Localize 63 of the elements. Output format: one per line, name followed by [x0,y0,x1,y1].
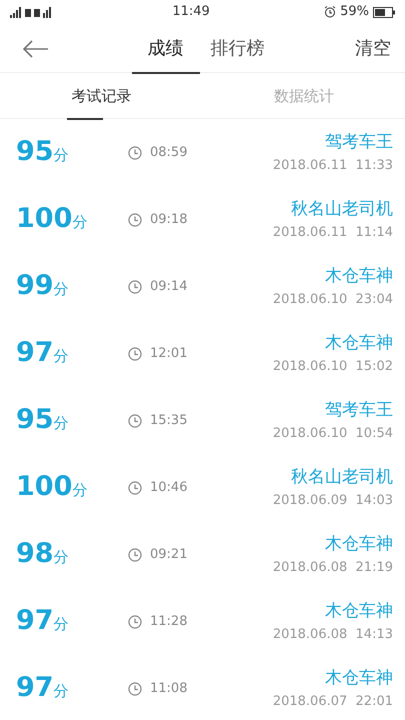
nickname-text: 秋名山老司机 [291,198,393,221]
date-text: 2018.06.08 14:13 [272,626,393,644]
clock-icon [128,682,142,696]
score-text: 99分 [16,269,70,304]
date-text: 2018.06.10 15:02 [272,358,393,376]
nickname-text: 木仓车神 [325,600,393,623]
date-text: 2018.06.08 21:19 [272,558,393,576]
duration-text: 09:21 [150,546,188,564]
nickname-text: 驾考车王 [325,399,393,422]
date-text: 2018.06.10 23:04 [272,290,393,308]
nickname-text: 木仓车神 [325,332,393,355]
status-time: 11:49 [172,3,210,22]
date-text: 2018.06.11 11:14 [272,224,393,242]
record-row[interactable]: 97分 12:01 木仓车神 2018.06.10 15:02 [0,320,405,387]
duration-text: 09:18 [150,210,188,229]
duration-text: 10:46 [150,478,188,497]
nickname-text: 木仓车神 [325,667,393,690]
record-row[interactable]: 98分 09:21 木仓车神 2018.06.08 21:19 [0,521,405,588]
battery-percent: 59% [340,3,369,22]
nickname-text: 木仓车神 [325,265,393,288]
record-row[interactable]: 95分 15:35 驾考车王 2018.06.10 10:54 [0,387,405,454]
score-text: 100分 [16,202,88,236]
clock-icon [128,480,142,494]
duration-text: 11:08 [150,680,188,698]
header-tab[interactable]: 排行榜 [202,24,274,72]
clock-icon [128,548,142,562]
score-text: 97分 [16,604,70,638]
battery-icon [373,6,395,18]
score-text: 98分 [16,537,70,572]
date-text: 2018.06.11 11:33 [272,156,393,174]
record-row[interactable]: 97分 11:08 木仓车神 2018.06.07 22:01 [0,655,405,720]
clock-icon [128,346,142,360]
nickname-text: 木仓车神 [325,533,393,556]
clock-icon [128,414,142,428]
score-text: 95分 [16,403,70,438]
duration-text: 09:14 [150,278,188,296]
record-row[interactable]: 95分 08:59 驾考车王 2018.06.11 11:33 [0,119,405,186]
score-text: 97分 [16,671,70,706]
record-row[interactable]: 99分 09:14 木仓车神 2018.06.10 23:04 [0,253,405,320]
score-text: 95分 [16,135,70,170]
duration-text: 12:01 [150,344,188,363]
score-text: 97分 [16,336,70,370]
header-tab[interactable]: 成绩 [130,24,202,72]
clock-icon [128,212,142,226]
nickname-text: 秋名山老司机 [291,466,393,489]
record-row[interactable]: 100分 10:46 秋名山老司机 2018.06.09 14:03 [0,454,405,521]
clear-button[interactable]: 清空 [355,34,391,62]
duration-text: 15:35 [150,412,188,430]
clock-icon [128,614,142,628]
sub-tab[interactable]: 考试记录 [0,73,202,119]
date-text: 2018.06.07 22:01 [272,692,393,710]
clock-icon [128,146,142,160]
clock-icon [128,280,142,294]
nickname-text: 驾考车王 [325,131,393,154]
score-text: 100分 [16,470,88,504]
duration-text: 08:59 [150,144,188,162]
duration-text: 11:28 [150,612,188,631]
date-text: 2018.06.09 14:03 [272,492,393,510]
alarm-icon [324,6,336,18]
record-row[interactable]: 100分 09:18 秋名山老司机 2018.06.11 11:14 [0,186,405,253]
sub-tab[interactable]: 数据统计 [202,73,405,119]
date-text: 2018.06.10 10:54 [272,424,393,442]
record-row[interactable]: 97分 11:28 木仓车神 2018.06.08 14:13 [0,588,405,655]
